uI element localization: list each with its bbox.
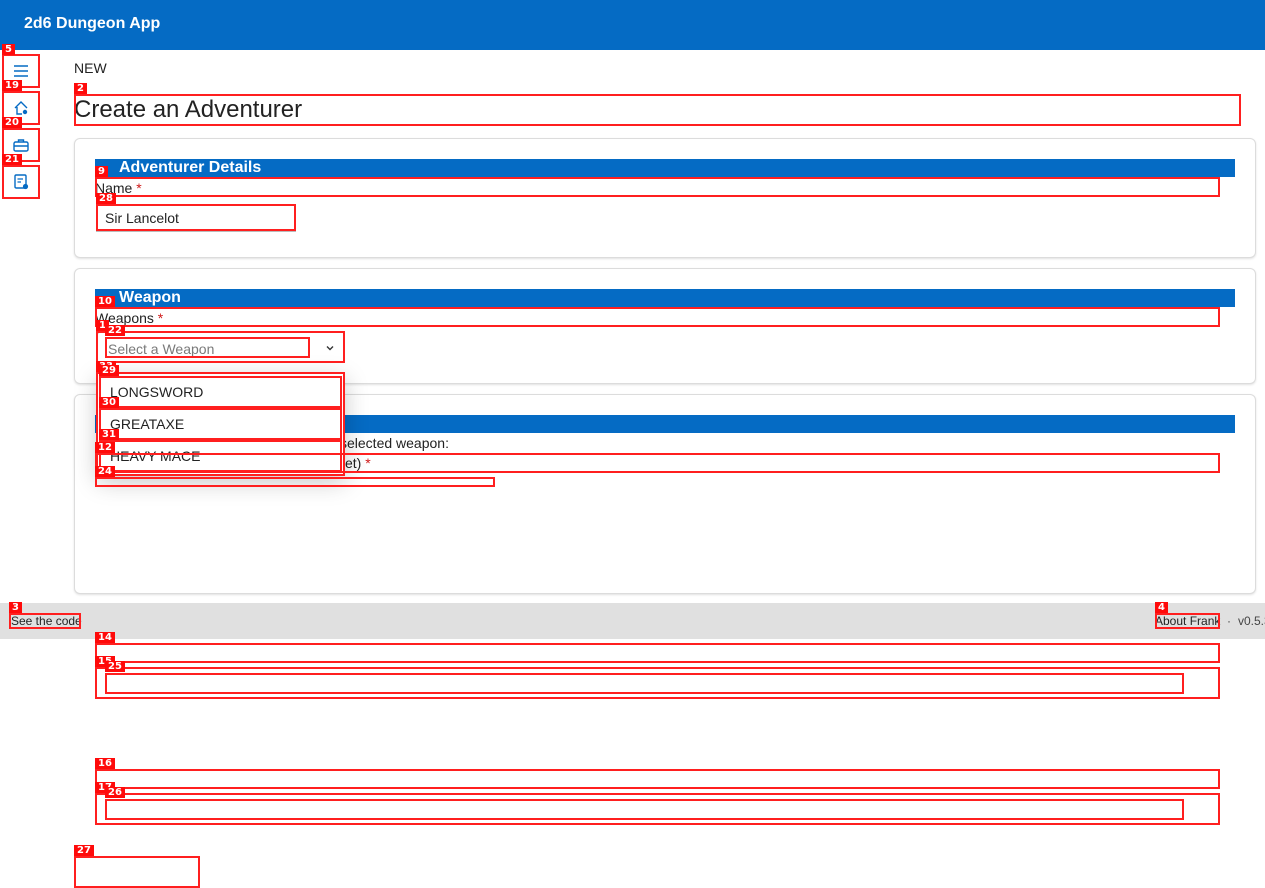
annotation-tag: 30: [99, 397, 119, 408]
menu-icon: [14, 65, 28, 77]
annotation-box: [95, 793, 1220, 825]
annotation-tag: 10: [95, 296, 115, 307]
required-marker: *: [157, 310, 164, 326]
annotation-tag: 2: [74, 83, 87, 94]
chevron-down-icon: [326, 346, 334, 351]
app-bar: 2d6 Dungeon App: [0, 0, 1265, 50]
annotation-tag: 29: [99, 365, 119, 376]
footer-separator: ·: [1227, 614, 1231, 628]
annotation-box: [95, 643, 1220, 663]
annotation-tag: 22: [105, 325, 125, 336]
weapon-card: [74, 268, 1256, 384]
annotation-tag: 20: [2, 117, 22, 128]
annotation-box: [95, 769, 1220, 789]
name-input[interactable]: [96, 204, 296, 232]
weapon-help-text: selected weapon:: [340, 435, 449, 451]
annotation-tag: 26: [105, 787, 125, 798]
adventurer-sheet-button[interactable]: [3, 166, 39, 198]
annotation-tag: 5: [2, 44, 15, 55]
annotation-tag: 16: [95, 758, 115, 769]
weapon-option-heavy-mace[interactable]: HEAVY MACE: [110, 448, 201, 464]
version-label: v0.5.3: [1238, 614, 1265, 628]
weapon-dropdown-menu: LONGSWORD GREATAXE HEAVY MACE: [97, 373, 345, 476]
weapon-header: Weapon: [95, 289, 1235, 307]
adventurer-details-header: Adventurer Details: [95, 159, 1235, 177]
checklist-icon: [14, 174, 29, 190]
weapon-option-greataxe[interactable]: GREATAXE: [110, 416, 184, 432]
briefcase-icon: [13, 139, 29, 152]
annotation-tag: 21: [2, 154, 22, 165]
required-marker: *: [365, 455, 371, 471]
annotation-box: [105, 799, 1184, 820]
annotation-tag: 9: [95, 166, 108, 177]
app-title: 2d6 Dungeon App: [24, 15, 161, 32]
annotation-box: [95, 667, 1220, 699]
weapon-select[interactable]: Select a Weapon: [97, 332, 345, 363]
home-icon: [14, 101, 28, 115]
annotation-box: [74, 856, 200, 888]
footer: See the code About Frank · v0.5.3: [0, 603, 1265, 639]
weapon-option-longsword[interactable]: LONGSWORD: [110, 384, 203, 400]
page-title: Create an Adventurer: [74, 96, 303, 123]
weapon-select-placeholder: Select a Weapon: [108, 341, 215, 357]
annotation-tag: 27: [74, 845, 94, 856]
annotation-tag: 25: [105, 661, 125, 672]
adventurer-details-card: [74, 138, 1256, 258]
see-the-code-link[interactable]: See the code: [11, 614, 82, 628]
annotation-box: [105, 673, 1184, 694]
required-marker: *: [136, 180, 142, 196]
annotation-tag: 3: [9, 602, 22, 613]
annotation-tag: 19: [2, 80, 22, 91]
about-frank-link[interactable]: About Frank: [1155, 614, 1220, 628]
annotation-tag: 28: [96, 193, 116, 204]
annotation-tag: 31: [99, 429, 119, 440]
page-kicker: NEW: [74, 60, 107, 76]
annotation-tag: 4: [1155, 602, 1168, 613]
annotation-tag: 14: [95, 632, 115, 643]
annotation-tag: 12: [95, 442, 115, 453]
annotation-tag: 24: [95, 466, 115, 477]
